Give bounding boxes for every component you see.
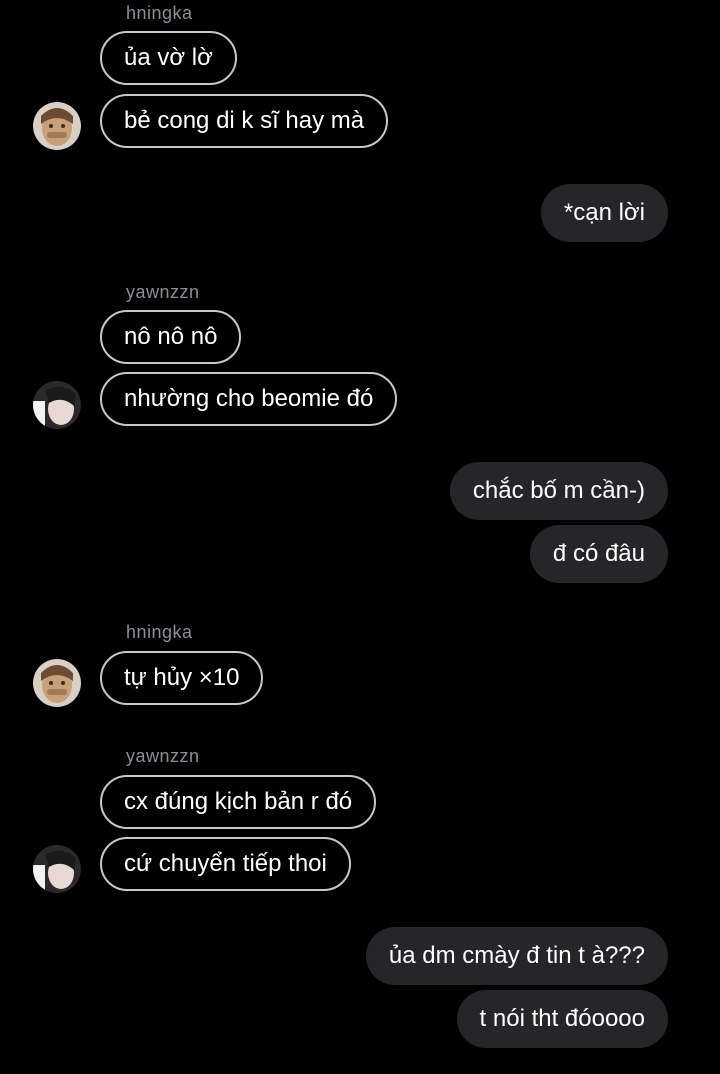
avatar-hningka-image: [33, 659, 81, 707]
message-bubble-outgoing[interactable]: ủa dm cmày đ tin t à???: [365, 927, 668, 985]
avatar-yawnzzn[interactable]: [33, 845, 81, 893]
avatar-hningka[interactable]: [33, 102, 81, 150]
message-bubble-outgoing[interactable]: *cạn lời: [540, 184, 668, 242]
avatar-yawnzzn[interactable]: [33, 381, 81, 429]
message-bubble-outgoing[interactable]: chắc bố m cần-): [449, 462, 668, 520]
sender-name-hningka: hningka: [126, 622, 193, 642]
sender-name-hningka: hningka: [126, 3, 193, 23]
message-bubble-incoming[interactable]: tự hủy ×10: [100, 651, 264, 705]
avatar-hningka[interactable]: [33, 659, 81, 707]
sender-name-yawnzzn: yawnzzn: [126, 746, 200, 766]
message-bubble-incoming[interactable]: nhường cho beomie đó: [100, 372, 398, 426]
message-bubble-outgoing[interactable]: đ có đâu: [529, 525, 668, 583]
message-bubble-incoming[interactable]: bẻ cong di k sĩ hay mà: [100, 94, 389, 148]
message-bubble-incoming[interactable]: nô nô nô: [100, 310, 242, 364]
message-bubble-incoming[interactable]: cx đúng kịch bản r đó: [100, 775, 377, 829]
avatar-hningka-image: [33, 102, 81, 150]
message-bubble-incoming[interactable]: ủa vờ lờ: [100, 31, 237, 85]
avatar-yawnzzn-image: [33, 845, 81, 893]
message-bubble-outgoing[interactable]: t nói tht đóoooo: [456, 990, 668, 1048]
avatar-yawnzzn-image: [33, 381, 81, 429]
message-bubble-incoming[interactable]: cứ chuyển tiếp thoi: [100, 837, 351, 891]
sender-name-yawnzzn: yawnzzn: [126, 282, 200, 302]
